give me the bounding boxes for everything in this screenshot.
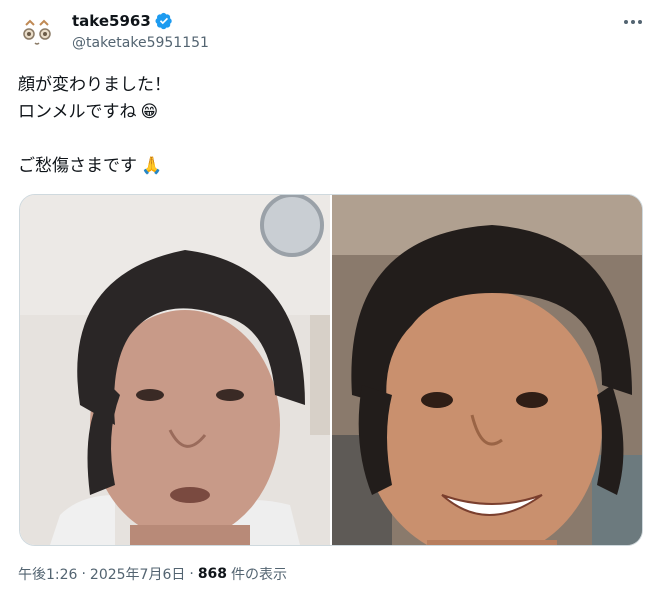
tweet-line-1: 顔が変わりました！ bbox=[18, 75, 171, 95]
tweet-meta: 午後1:26 · 2025年7月6日 · 868 件の表示 bbox=[18, 564, 287, 584]
tweet: take5963 @taketake5951151 顔が変わりました！ ロンメル… bbox=[0, 0, 664, 597]
verified-badge-icon bbox=[155, 12, 172, 30]
user-handle[interactable]: @taketake5951151 bbox=[72, 35, 209, 51]
photo-left[interactable] bbox=[20, 195, 330, 545]
display-name[interactable]: take5963 bbox=[72, 12, 151, 30]
tweet-text: 顔が変わりました！ ロンメルですね 😁 ご愁傷さまです 🙏 bbox=[18, 72, 638, 180]
tweet-line-4: ご愁傷さまです 🙏 bbox=[18, 153, 638, 180]
avatar-icon bbox=[16, 12, 58, 54]
tweet-line-2: ロンメルですね 😁 bbox=[18, 99, 638, 126]
photo-after-icon bbox=[332, 195, 642, 545]
views-label: 件の表示 bbox=[231, 567, 288, 583]
more-dot-icon bbox=[638, 20, 642, 24]
grinning-emoji-icon: 😁 bbox=[140, 102, 159, 122]
meta-separator: · bbox=[81, 566, 86, 582]
avatar[interactable] bbox=[16, 12, 58, 54]
views-count: 868 bbox=[197, 566, 228, 582]
tweet-time[interactable]: 午後1:26 bbox=[18, 564, 77, 584]
name-row: take5963 bbox=[72, 12, 173, 30]
media-grid bbox=[19, 194, 643, 546]
folded-hands-emoji-icon: 🙏 bbox=[141, 156, 163, 176]
photo-before-icon bbox=[20, 195, 330, 545]
more-dot-icon bbox=[631, 20, 635, 24]
meta-separator: · bbox=[189, 566, 194, 582]
photo-right[interactable] bbox=[332, 195, 642, 545]
more-options-button[interactable] bbox=[620, 12, 646, 32]
tweet-date[interactable]: 2025年7月6日 bbox=[90, 564, 185, 584]
more-dot-icon bbox=[624, 20, 628, 24]
